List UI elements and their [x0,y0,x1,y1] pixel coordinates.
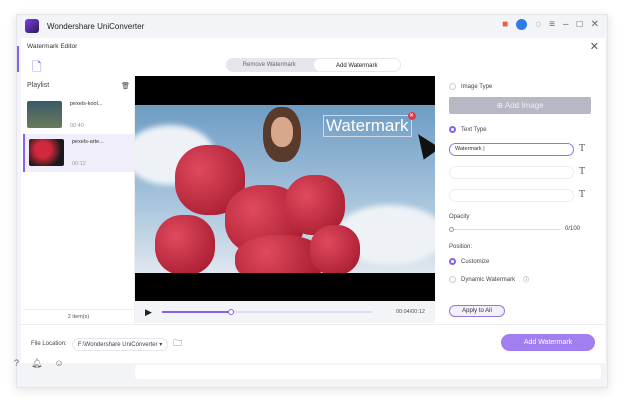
close-editor-icon[interactable]: ✕ [590,40,599,53]
help-icon[interactable]: ⓘ [523,275,529,284]
image-type-label: Image Type [461,83,493,90]
accent-bar [17,46,19,72]
app-window: Wondershare UniConverter ■ ◌ ≡ – □ ✕ Wat… [16,14,608,388]
text-input-2[interactable] [449,166,574,179]
help-circle-icon[interactable]: ? [14,358,19,369]
close-app-icon[interactable]: ✕ [591,19,599,30]
cursor-icon [409,128,435,160]
dynamic-watermark-radio[interactable] [449,276,456,283]
text-type-radio[interactable] [449,126,456,133]
bell-icon[interactable]: 🔔︎ [31,358,42,369]
item-name: pexels-kool... [70,101,103,107]
feedback-icon[interactable]: ☺ [54,358,63,369]
opacity-handle[interactable] [449,227,454,232]
add-file-icon[interactable]: 🗋 [32,58,44,74]
remove-watermark-icon[interactable]: ✕ [407,112,416,120]
title-bar: Wondershare UniConverter ■ ◌ ≡ – □ ✕ [17,15,607,37]
seek-bar[interactable] [161,308,372,315]
thumbnail [27,101,62,128]
mode-toggle: Remove Watermark Add Watermark [226,58,401,72]
playlist-panel: Playlist 🗑 pexels-kool... 00:40 pexels-art… [23,76,135,324]
watermark-overlay[interactable]: Watermark ✕ [323,112,416,137]
customize-radio[interactable] [449,258,456,265]
app-title: Wondershare UniConverter [47,21,145,31]
item-count: 2 item(s) [23,309,134,324]
apply-to-all-button[interactable]: Apply to All [449,305,505,317]
player-controls: ▶ 00:04/00:12 [135,301,435,323]
tab-add-watermark[interactable]: Add Watermark [313,59,400,71]
minimize-icon[interactable]: – [563,19,569,30]
text-input-1[interactable]: Watermark | [449,143,574,156]
image-type-radio[interactable] [449,83,456,90]
playlist-item[interactable]: pexels-kool... 00:40 [23,96,134,134]
watermark-editor: Watermark Editor ✕ 🗋 Remove Watermark Ad… [17,38,605,363]
maximize-icon[interactable]: □ [577,19,583,30]
thumbnail [29,139,64,166]
tab-remove-watermark[interactable]: Remove Watermark [226,58,313,72]
file-location-label: File Location: [31,341,67,347]
item-duration: 00:40 [70,123,84,129]
file-location-select[interactable]: F:\Wondershare UniConverter ▾ [71,337,169,351]
opacity-value: 0/100 [565,226,581,232]
app-logo-icon [25,19,39,33]
position-label: Position: [449,244,473,250]
gift-icon[interactable]: ■ [502,19,508,30]
footer: File Location: F:\Wondershare UniConvert… [21,324,605,363]
customize-label: Customize [461,258,490,265]
playlist-item[interactable]: pexels-arte... 00:12 [23,134,134,172]
add-image-button[interactable]: ⊕ Add Image [449,97,591,114]
support-icon[interactable]: ◌ [535,19,541,30]
delete-icon[interactable]: 🗑 [121,82,130,90]
text-type-label: Text Type [461,126,487,133]
opacity-label: Opacity [449,214,470,220]
watermark-text: Watermark [326,116,409,135]
time-readout: 00:04/00:12 [395,309,425,315]
folder-icon[interactable]: 🗀 [173,336,182,352]
dynamic-label: Dynamic Watermark [461,276,516,283]
opacity-slider[interactable] [449,227,561,232]
video-preview[interactable]: Watermark ✕ [135,76,435,301]
item-duration: 00:12 [72,161,86,167]
text-style-icon[interactable]: T [579,143,585,154]
text-style-icon[interactable]: T [579,189,585,200]
item-name: pexels-arte... [72,139,104,145]
background-panel [135,365,601,379]
seek-handle[interactable] [228,308,235,315]
video-frame: Watermark ✕ [135,105,435,273]
settings-panel: Image Type ⊕ Add Image Text Type Waterma… [441,76,601,324]
playlist-label: Playlist [27,82,50,89]
editor-title: Watermark Editor [27,43,78,50]
menu-icon[interactable]: ≡ [549,19,555,30]
play-icon[interactable]: ▶ [145,307,152,318]
account-icon[interactable] [516,19,528,30]
text-input-3[interactable] [449,189,574,202]
text-style-icon[interactable]: T [579,166,585,177]
add-watermark-button[interactable]: Add Watermark [501,334,595,351]
